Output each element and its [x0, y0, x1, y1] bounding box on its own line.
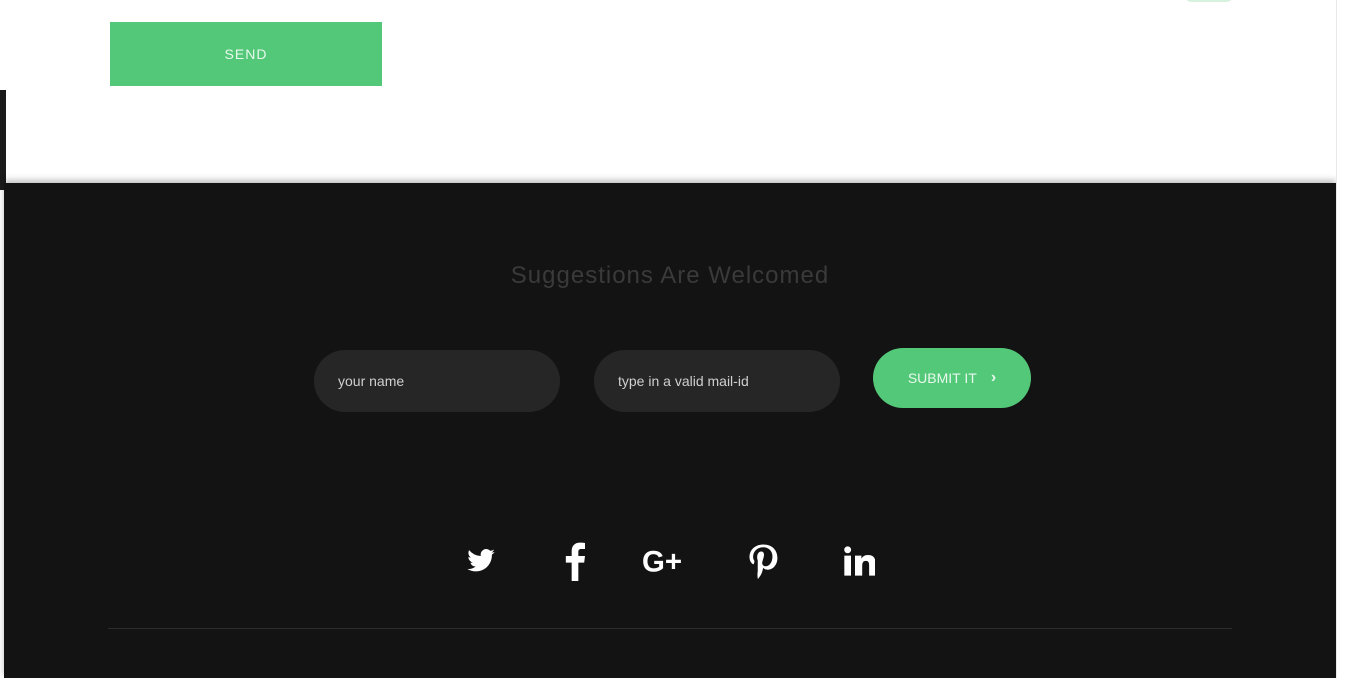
footer-divider — [108, 628, 1232, 629]
chevron-right-icon: › — [990, 369, 997, 386]
page: SEND Suggestions Are Welcomed SUBMIT IT … — [0, 0, 1350, 678]
linkedin-icon — [843, 545, 875, 577]
window-left-edge — [0, 90, 6, 190]
google-plus-link[interactable]: G+ — [640, 534, 694, 588]
pinterest-icon — [748, 543, 778, 579]
linkedin-link[interactable] — [832, 534, 886, 588]
content-section: SEND — [4, 0, 1336, 183]
twitter-icon — [464, 546, 498, 576]
google-plus-icon: G+ — [642, 544, 692, 578]
submit-label: SUBMIT IT — [907, 370, 977, 386]
submit-button[interactable]: SUBMIT IT › — [873, 348, 1031, 408]
svg-text:G+: G+ — [642, 545, 682, 578]
top-accent — [1184, 0, 1234, 2]
footer — [4, 183, 1336, 678]
facebook-link[interactable] — [548, 534, 602, 588]
footer-title: Suggestions Are Welcomed — [510, 262, 830, 289]
send-button[interactable]: SEND — [110, 22, 382, 86]
facebook-icon — [564, 541, 586, 581]
name-input[interactable] — [314, 350, 560, 412]
window-right-edge — [1336, 0, 1350, 678]
twitter-link[interactable] — [454, 534, 508, 588]
pinterest-link[interactable] — [736, 534, 790, 588]
email-input[interactable] — [594, 350, 840, 412]
